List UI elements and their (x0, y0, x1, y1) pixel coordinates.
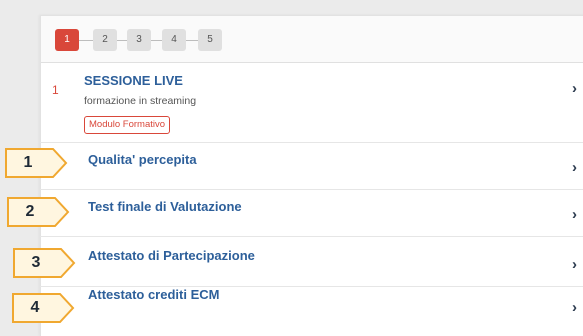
item-title-attestato-partecipazione[interactable]: Attestato di Partecipazione (88, 248, 255, 263)
pager-step-5[interactable]: 5 (198, 29, 222, 51)
callout-2: 2 (7, 197, 71, 227)
pager-step-3[interactable]: 3 (127, 29, 151, 51)
callout-1: 1 (5, 148, 69, 178)
callout-3: 3 (13, 248, 77, 278)
chevron-right-icon[interactable]: › (572, 256, 577, 273)
session-title[interactable]: SESSIONE LIVE (84, 73, 183, 88)
item-title-qualita[interactable]: Qualita' percepita (88, 152, 197, 167)
module-badge: Modulo Formativo (84, 116, 171, 134)
callout-number: 3 (31, 254, 41, 271)
item-title-attestato-ecm[interactable]: Attestato crediti ECM (88, 287, 219, 302)
chevron-right-icon[interactable]: › (572, 299, 577, 316)
session-number: 1 (52, 83, 59, 97)
pager-step-4[interactable]: 4 (162, 29, 186, 51)
chevron-right-icon[interactable]: › (572, 159, 577, 176)
chevron-right-icon[interactable]: › (572, 80, 577, 97)
callout-number: 4 (30, 299, 40, 316)
session-subtitle: formazione in streaming (84, 95, 197, 107)
step-pager: 1 2 3 4 5 (41, 16, 583, 63)
callout-number: 1 (23, 154, 33, 171)
callout-number: 2 (25, 203, 35, 220)
item-title-test-finale[interactable]: Test finale di Valutazione (88, 199, 242, 214)
chevron-right-icon[interactable]: › (572, 206, 577, 223)
pager-step-2[interactable]: 2 (93, 29, 117, 51)
callout-4: 4 (12, 293, 76, 323)
pager-step-1[interactable]: 1 (55, 29, 79, 51)
